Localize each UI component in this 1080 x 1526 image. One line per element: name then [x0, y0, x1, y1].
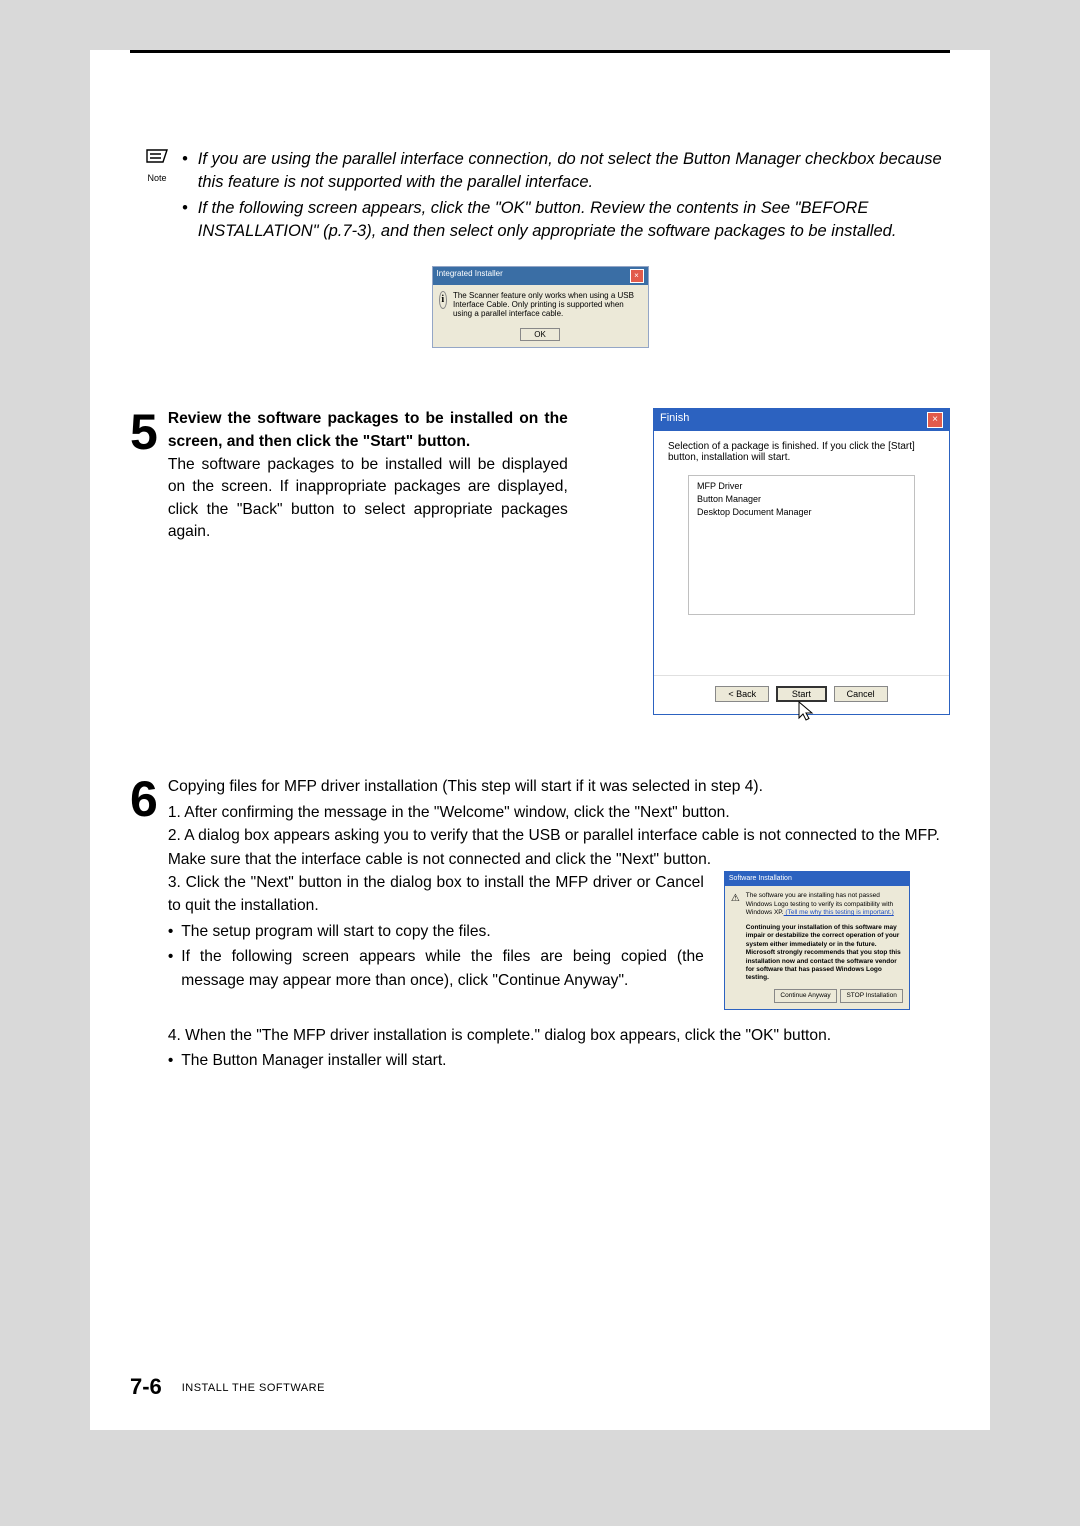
- step6-li2: A dialog box appears asking you to verif…: [168, 827, 940, 867]
- finish-dialog: Finish × Selection of a package is finis…: [653, 408, 950, 715]
- package-list: MFP Driver Button Manager Desktop Docume…: [688, 475, 915, 615]
- note-icon: Note: [144, 148, 170, 183]
- cancel-button[interactable]: Cancel: [834, 686, 888, 702]
- warning-icon: ⚠: [731, 892, 740, 906]
- page-footer: 7-6 INSTALL THE SOFTWARE: [130, 1374, 325, 1400]
- step6-li1: After confirming the message in the "Wel…: [184, 804, 729, 821]
- step6-b3: The Button Manager installer will start.: [181, 1049, 446, 1072]
- softdlg-l2: Continuing your installation of this sof…: [746, 924, 901, 982]
- page-number: 7-6: [130, 1374, 162, 1399]
- dialog1-msg: The Scanner feature only works when usin…: [453, 291, 642, 318]
- list-item: Desktop Document Manager: [697, 506, 906, 519]
- step6-b2: If the following screen appears while th…: [181, 945, 704, 992]
- software-installation-dialog: Software Installation ⚠ The software you…: [724, 871, 910, 1010]
- step-6-number: 6: [130, 779, 158, 819]
- softdlg-title: Software Installation: [725, 872, 909, 887]
- close-icon[interactable]: ×: [630, 269, 644, 283]
- close-icon[interactable]: ×: [927, 412, 943, 428]
- stop-installation-button[interactable]: STOP Installation: [840, 989, 902, 1003]
- ok-button[interactable]: OK: [520, 328, 560, 341]
- step5-p1: Review the software packages to be insta…: [168, 410, 568, 450]
- note-block: Note •If you are using the parallel inte…: [144, 148, 950, 246]
- step-5-text: Review the software packages to be insta…: [168, 408, 568, 544]
- step6-b1: The setup program will start to copy the…: [181, 920, 490, 943]
- note-bullet-2: If the following screen appears, click t…: [198, 197, 950, 243]
- note-list: •If you are using the parallel interface…: [182, 148, 950, 246]
- integrated-installer-dialog: Integrated Installer × i The Scanner fea…: [432, 266, 649, 348]
- note-label: Note: [144, 173, 170, 183]
- dialog1-title: Integrated Installer: [437, 269, 503, 283]
- step-5-number: 5: [130, 412, 158, 452]
- finish-title: Finish: [660, 412, 689, 428]
- step5-p2: The software packages to be installed wi…: [168, 456, 568, 541]
- step-6-body: Copying files for MFP driver installatio…: [168, 775, 950, 1072]
- footer-label: INSTALL THE SOFTWARE: [182, 1382, 325, 1394]
- finish-msg: Selection of a package is finished. If y…: [668, 441, 935, 463]
- list-item: Button Manager: [697, 493, 906, 506]
- list-item: MFP Driver: [697, 480, 906, 493]
- cursor-icon: [797, 700, 817, 722]
- step6-li4: When the "The MFP driver installation is…: [185, 1027, 831, 1044]
- back-button[interactable]: < Back: [715, 686, 769, 702]
- softdlg-link[interactable]: (Tell me why this testing is important.): [784, 909, 894, 916]
- continue-anyway-button[interactable]: Continue Anyway: [774, 989, 836, 1003]
- info-icon: i: [439, 291, 447, 309]
- step6-li3: Click the "Next" button in the dialog bo…: [168, 874, 704, 914]
- step6-lead: Copying files for MFP driver installatio…: [168, 775, 950, 798]
- note-bullet-1: If you are using the parallel interface …: [198, 148, 950, 194]
